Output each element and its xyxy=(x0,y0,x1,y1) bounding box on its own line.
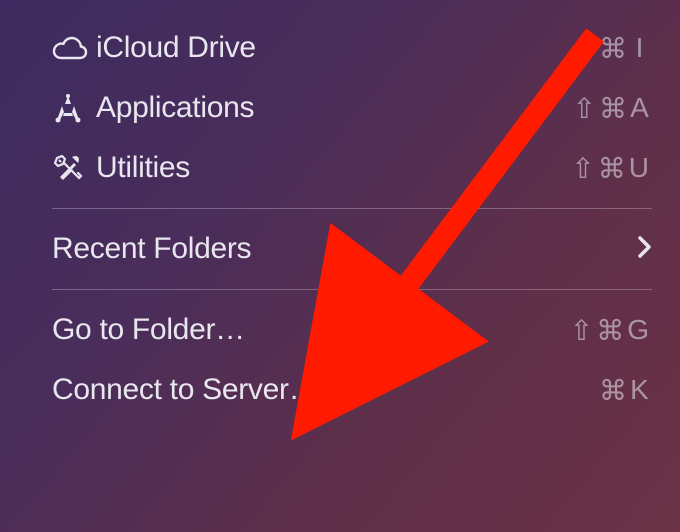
menu-item-recent-folders[interactable]: Recent Folders xyxy=(0,219,680,279)
menu-divider xyxy=(52,289,652,290)
go-menu: iCloud Drive ⇧⌘I Applications ⇧⌘A xyxy=(0,0,680,420)
menu-item-shortcut: ⇧⌘U xyxy=(571,152,652,185)
menu-item-go-to-folder[interactable]: Go to Folder… ⇧⌘G xyxy=(0,300,680,360)
menu-item-label: Go to Folder… xyxy=(52,313,570,347)
menu-item-applications[interactable]: Applications ⇧⌘A xyxy=(0,78,680,138)
menu-item-label: Applications xyxy=(96,91,573,125)
menu-item-icloud-drive[interactable]: iCloud Drive ⇧⌘I xyxy=(0,18,680,78)
menu-item-shortcut: ⇧⌘A xyxy=(573,92,652,125)
cloud-icon xyxy=(52,36,96,60)
menu-item-connect-to-server[interactable]: Connect to Server… ⌘K xyxy=(0,360,680,420)
menu-item-label: Recent Folders xyxy=(52,232,638,266)
menu-item-utilities[interactable]: Utilities ⇧⌘U xyxy=(0,138,680,198)
menu-item-shortcut: ⌘K xyxy=(599,374,652,407)
applications-icon xyxy=(52,93,96,123)
menu-item-label: iCloud Drive xyxy=(96,31,573,65)
menu-item-label: Connect to Server… xyxy=(52,373,599,407)
menu-item-label: Utilities xyxy=(96,151,571,185)
menu-item-shortcut: ⇧⌘I xyxy=(573,32,652,65)
menu-divider xyxy=(52,208,652,209)
chevron-right-icon xyxy=(638,233,652,265)
menu-item-shortcut: ⇧⌘G xyxy=(570,314,652,347)
utilities-icon xyxy=(52,153,96,183)
